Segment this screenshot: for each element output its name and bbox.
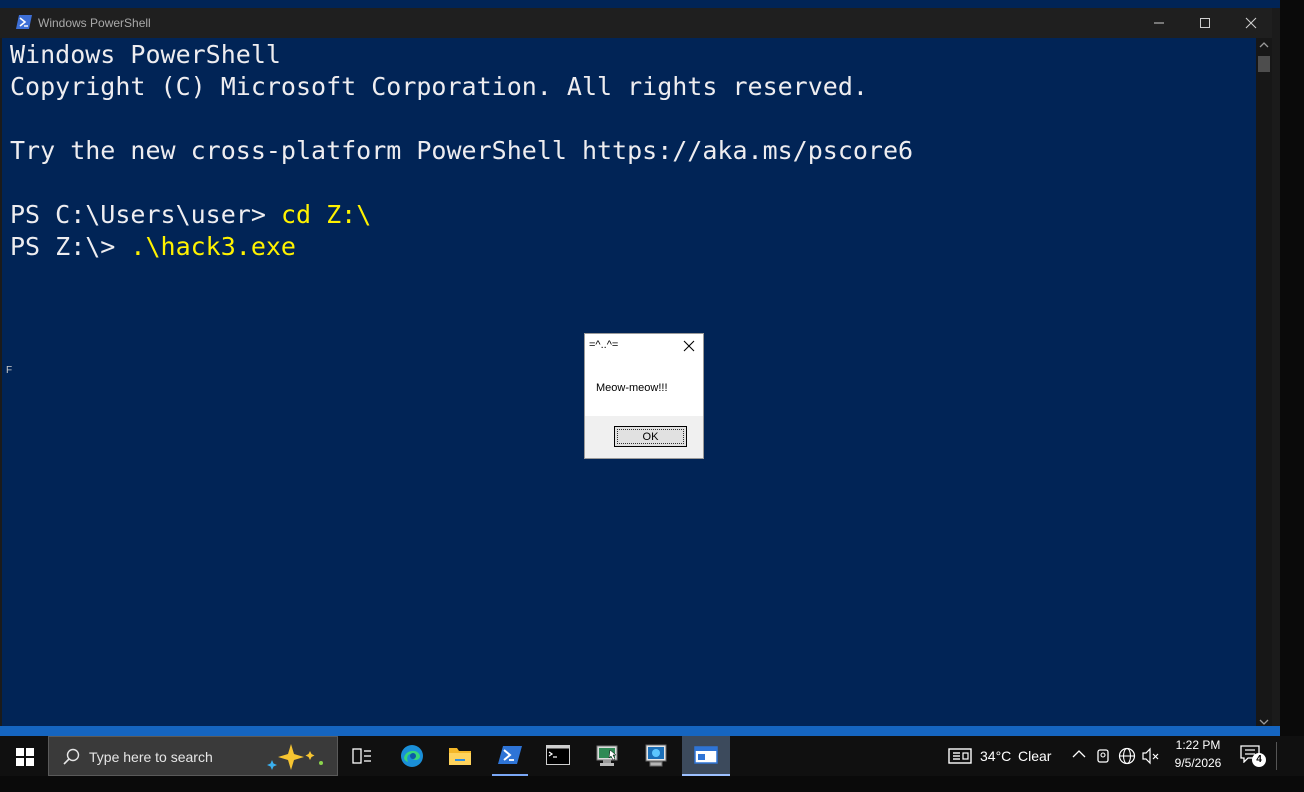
close-icon bbox=[1245, 17, 1257, 29]
weather-icon bbox=[948, 748, 972, 764]
taskbar-search-box[interactable]: Type here to search bbox=[48, 736, 338, 776]
app-icon bbox=[645, 744, 667, 767]
show-desktop-button[interactable] bbox=[1276, 742, 1281, 770]
notification-center-button[interactable]: 4 bbox=[1234, 736, 1270, 776]
terminal-icon bbox=[546, 745, 570, 765]
taskbar-app-active-window[interactable] bbox=[682, 736, 730, 776]
message-box-text: Meow-meow!!! bbox=[596, 382, 668, 394]
start-button[interactable] bbox=[0, 736, 48, 776]
window-title-bar[interactable]: Windows PowerShell bbox=[0, 8, 1280, 38]
taskbar-app-file-explorer[interactable] bbox=[436, 736, 484, 776]
search-highlight-icon bbox=[267, 744, 323, 770]
powershell-icon bbox=[498, 746, 522, 764]
file-explorer-icon bbox=[449, 748, 471, 765]
meet-icon bbox=[1097, 749, 1109, 763]
weather-temperature: 34°C bbox=[980, 748, 1012, 764]
maximize-icon bbox=[1200, 18, 1210, 28]
taskbar-app-terminal[interactable] bbox=[534, 736, 582, 776]
vertical-scrollbar[interactable] bbox=[1256, 38, 1272, 728]
network-icon bbox=[1118, 747, 1136, 765]
close-button[interactable] bbox=[1228, 8, 1274, 38]
powershell-icon bbox=[16, 15, 32, 29]
scroll-up-icon[interactable] bbox=[1259, 41, 1269, 49]
prompt: PS C:\Users\user> bbox=[10, 200, 281, 229]
command-text: cd Z:\ bbox=[280, 200, 372, 229]
window-frame-right bbox=[1272, 8, 1280, 728]
focus-rect bbox=[617, 429, 684, 444]
console-prompt-line: PS Z:\> .\hack3.exe bbox=[10, 231, 296, 263]
console-line: Copyright (C) Microsoft Corporation. All… bbox=[10, 72, 868, 101]
scroll-down-icon[interactable] bbox=[1259, 718, 1269, 726]
desktop-edge bbox=[1280, 0, 1304, 736]
tray-volume[interactable] bbox=[1140, 736, 1162, 776]
command-text: .\hack3.exe bbox=[130, 232, 296, 261]
close-icon[interactable] bbox=[682, 339, 696, 353]
taskbar-app[interactable] bbox=[584, 736, 632, 776]
ok-button[interactable]: OK bbox=[614, 426, 687, 447]
clock-date: 9/5/2026 bbox=[1174, 756, 1222, 770]
notification-count-badge: 4 bbox=[1252, 753, 1266, 767]
edge-icon bbox=[401, 745, 423, 767]
stray-character: F bbox=[6, 365, 13, 376]
weather-widget[interactable]: 34°C Clear bbox=[944, 736, 1064, 776]
console-line: Try the new cross-platform PowerShell ht… bbox=[10, 136, 914, 165]
taskbar-app-powershell[interactable] bbox=[486, 736, 534, 776]
task-view-icon bbox=[352, 748, 371, 764]
weather-condition: Clear bbox=[1018, 748, 1052, 764]
volume-muted-icon bbox=[1142, 747, 1159, 765]
minimize-button[interactable] bbox=[1136, 8, 1182, 38]
search-placeholder: Type here to search bbox=[89, 749, 213, 765]
desktop-edge bbox=[0, 776, 1304, 792]
window-frame-bottom bbox=[0, 726, 1280, 736]
windows-start-icon bbox=[16, 748, 34, 766]
window-app-icon bbox=[694, 746, 718, 764]
console-prompt-line: PS C:\Users\user> cd Z:\ bbox=[10, 199, 371, 231]
window-title: Windows PowerShell bbox=[38, 16, 151, 30]
message-box-title: =^..^= bbox=[589, 339, 619, 351]
clock-time: 1:22 PM bbox=[1175, 738, 1221, 752]
maximize-button[interactable] bbox=[1182, 8, 1228, 38]
taskbar-app-edge[interactable] bbox=[388, 736, 436, 776]
tray-meet-now[interactable] bbox=[1094, 736, 1114, 776]
app-icon bbox=[596, 745, 618, 766]
taskbar-app[interactable] bbox=[632, 736, 680, 776]
search-icon bbox=[63, 748, 80, 765]
tray-network[interactable] bbox=[1116, 736, 1138, 776]
minimize-icon bbox=[1154, 22, 1164, 24]
prompt: PS Z:\> bbox=[10, 232, 131, 261]
show-hidden-icons-button[interactable] bbox=[1068, 736, 1092, 776]
scrollbar-thumb[interactable] bbox=[1258, 56, 1270, 72]
taskbar-clock[interactable]: 1:22 PM 9/5/2026 bbox=[1166, 736, 1230, 776]
task-view-button[interactable] bbox=[340, 736, 384, 776]
console-line: Windows PowerShell bbox=[10, 40, 281, 69]
taskbar: Type here to search 34°C Clear 1:22 PM 9… bbox=[0, 736, 1304, 776]
message-box-footer: OK bbox=[585, 416, 703, 458]
chevron-up-icon bbox=[1072, 750, 1086, 758]
message-box: =^..^= Meow-meow!!! OK bbox=[584, 333, 704, 459]
